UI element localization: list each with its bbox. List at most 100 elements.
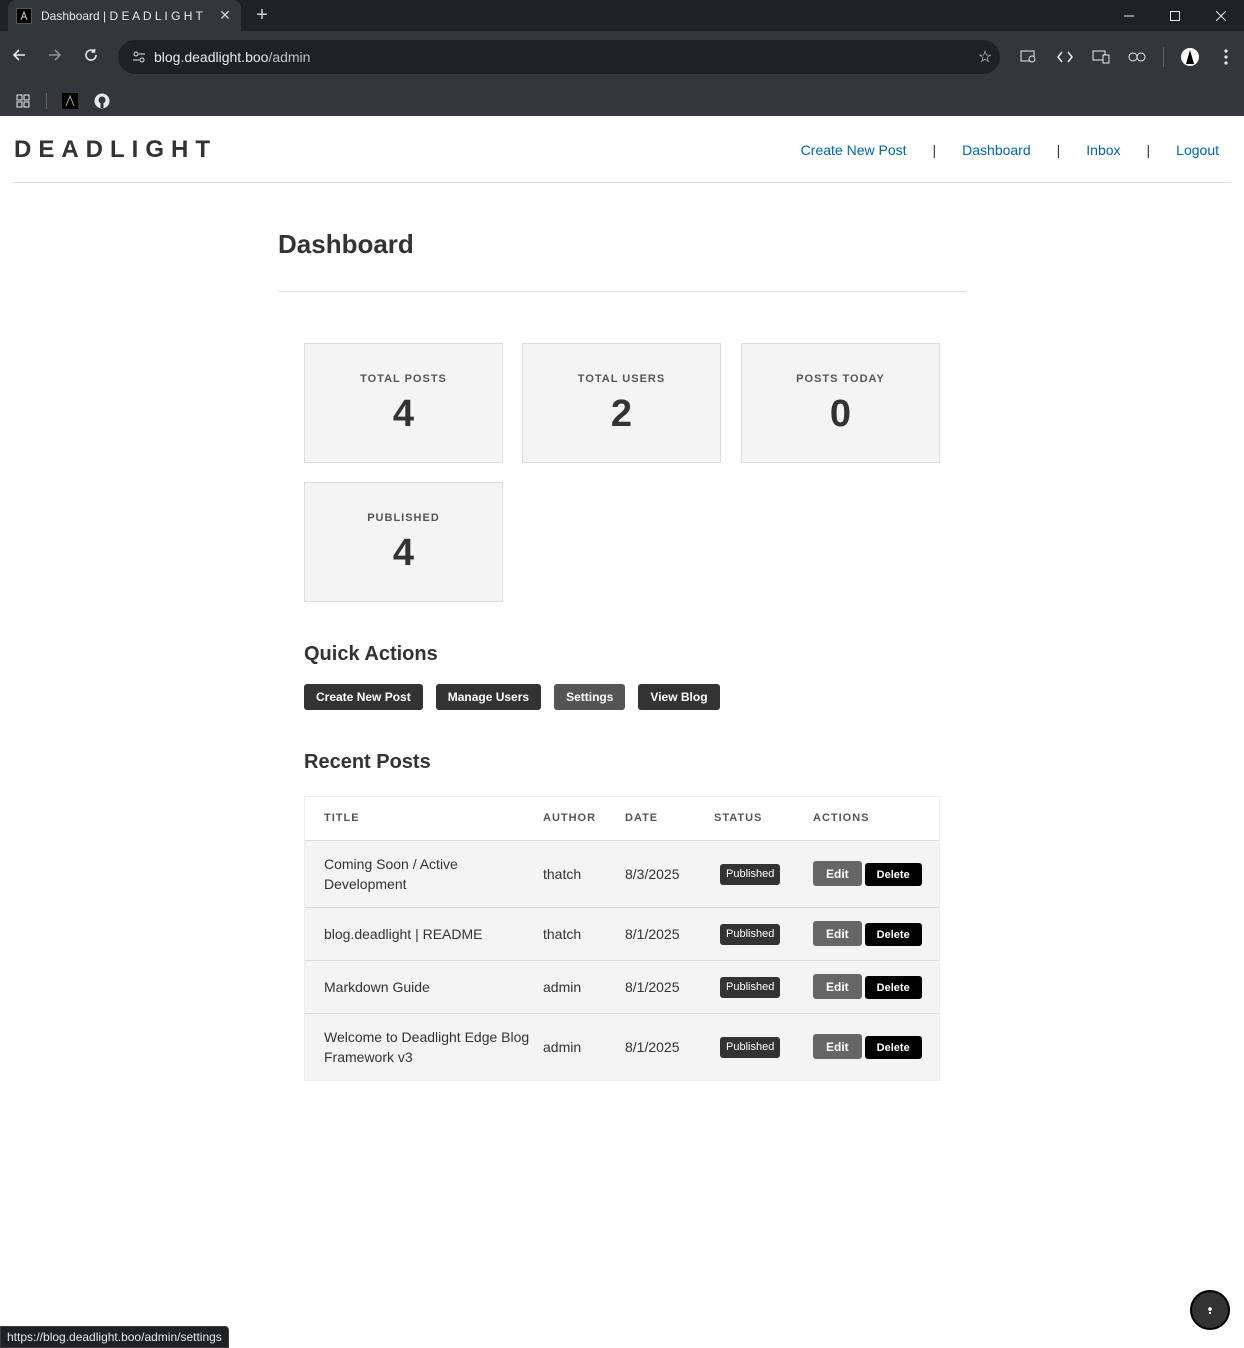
edit-button[interactable]: Edit bbox=[813, 1034, 862, 1060]
create-new-post-button[interactable]: Create New Post bbox=[304, 684, 423, 710]
page-search-icon[interactable] bbox=[1011, 50, 1047, 64]
table-row: Welcome to Deadlight Edge Blog Framework… bbox=[305, 1013, 939, 1080]
bookmarks-bar bbox=[0, 85, 1244, 116]
column-header-date: DATE bbox=[625, 797, 714, 841]
link-icon[interactable] bbox=[1119, 52, 1155, 62]
site-logo[interactable]: DEADLIGHT bbox=[14, 136, 217, 164]
nav-create-new-post[interactable]: Create New Post bbox=[801, 142, 907, 158]
more-menu-icon[interactable] bbox=[1208, 49, 1244, 65]
status-badge: Published bbox=[720, 977, 781, 998]
main-nav: Create New Post | Dashboard | Inbox | Lo… bbox=[801, 142, 1219, 158]
edit-button[interactable]: Edit bbox=[813, 861, 862, 886]
settings-button[interactable]: Settings bbox=[554, 684, 626, 710]
recent-posts-table: TITLE AUTHOR DATE STATUS ACTIONS Coming … bbox=[304, 796, 940, 1081]
reload-icon[interactable] bbox=[80, 48, 102, 67]
nav-logout[interactable]: Logout bbox=[1176, 142, 1219, 158]
profile-avatar-icon[interactable] bbox=[1172, 47, 1208, 67]
status-badge: Published bbox=[720, 864, 781, 885]
nav-separator: | bbox=[932, 142, 937, 158]
stat-label: TOTAL POSTS bbox=[360, 373, 447, 385]
post-author: thatch bbox=[543, 907, 625, 961]
browser-toolbar: blog.deadlight.boo/admin ☆ bbox=[0, 31, 1244, 85]
stat-value: 4 bbox=[392, 532, 415, 574]
stat-value: 0 bbox=[829, 393, 852, 435]
nav-inbox[interactable]: Inbox bbox=[1086, 142, 1120, 158]
table-row: Markdown Guide admin 8/1/2025 Published … bbox=[305, 960, 939, 1014]
back-icon[interactable] bbox=[8, 48, 30, 67]
browser-tab[interactable]: Dashboard | D E A D L I G H T ✕ bbox=[8, 0, 241, 31]
column-header-author: AUTHOR bbox=[543, 797, 625, 841]
delete-button[interactable]: Delete bbox=[864, 863, 922, 886]
page: DEADLIGHT Create New Post | Dashboard | … bbox=[0, 116, 1244, 1348]
url-path: /admin bbox=[268, 49, 311, 65]
site-favicon-icon bbox=[16, 7, 32, 24]
minimize-icon[interactable] bbox=[1106, 0, 1152, 31]
bookmark-star-icon[interactable]: ☆ bbox=[970, 47, 1000, 67]
toolbar-divider bbox=[1163, 47, 1164, 67]
post-date: 8/1/2025 bbox=[625, 1038, 680, 1055]
forward-icon[interactable] bbox=[44, 48, 66, 67]
lamp-icon bbox=[1208, 1307, 1212, 1314]
maximize-icon[interactable] bbox=[1152, 0, 1198, 31]
site-info-icon[interactable] bbox=[126, 44, 152, 70]
stat-card-published: PUBLISHED 4 bbox=[304, 482, 503, 602]
deadlight-bookmark-icon[interactable] bbox=[61, 92, 79, 110]
post-title: Coming Soon / Active Development bbox=[305, 840, 543, 908]
stat-value: 4 bbox=[392, 393, 415, 435]
post-date: 8/1/2025 bbox=[625, 907, 714, 961]
post-date: 8/3/2025 bbox=[625, 840, 714, 908]
browser-chrome: Dashboard | D E A D L I G H T ✕ + blog.d… bbox=[0, 0, 1244, 116]
bookmarks-divider bbox=[46, 92, 47, 109]
status-cell: Published bbox=[714, 1013, 813, 1080]
actions-cell: Edit Delete bbox=[813, 1013, 939, 1080]
status-badge: Published bbox=[720, 1037, 781, 1059]
tab-title: Dashboard | D E A D L I G H T bbox=[41, 8, 203, 23]
address-bar[interactable]: blog.deadlight.boo/admin ☆ bbox=[118, 40, 1000, 74]
table-row: Coming Soon / Active Development thatch … bbox=[305, 840, 939, 908]
stat-label: TOTAL USERS bbox=[577, 373, 666, 385]
status-cell: Published bbox=[714, 907, 813, 961]
edit-button[interactable]: Edit bbox=[813, 921, 862, 946]
url-host: blog.deadlight.boo bbox=[154, 49, 269, 65]
status-cell: Published bbox=[714, 960, 813, 1014]
table-row: blog.deadlight | README thatch 8/1/2025 … bbox=[305, 907, 939, 961]
actions-cell: Edit Delete bbox=[813, 907, 939, 961]
site-header: DEADLIGHT Create New Post | Dashboard | … bbox=[13, 116, 1231, 183]
floating-action-button[interactable] bbox=[1190, 1290, 1230, 1330]
actions-cell: Edit Delete bbox=[813, 840, 939, 908]
devices-icon[interactable] bbox=[1083, 50, 1119, 64]
status-bar-url: https://blog.deadlight.boo/admin/setting… bbox=[0, 1326, 229, 1348]
stat-label: PUBLISHED bbox=[367, 512, 440, 524]
post-title: blog.deadlight | README bbox=[305, 907, 543, 961]
new-tab-button[interactable]: + bbox=[252, 4, 272, 27]
delete-button[interactable]: Delete bbox=[864, 923, 922, 946]
url-text: blog.deadlight.boo/admin bbox=[154, 49, 970, 65]
tab-strip: Dashboard | D E A D L I G H T ✕ + bbox=[0, 0, 1244, 31]
table-header-row: TITLE AUTHOR DATE STATUS ACTIONS bbox=[305, 797, 939, 841]
recent-posts-title: Recent Posts bbox=[304, 751, 431, 773]
post-title: Markdown Guide bbox=[305, 960, 543, 1014]
edit-button[interactable]: Edit bbox=[813, 974, 862, 999]
post-author: thatch bbox=[543, 840, 625, 908]
post-title: Welcome to Deadlight Edge Blog Framework… bbox=[324, 1028, 530, 1065]
stat-card-total-posts: TOTAL POSTS 4 bbox=[304, 343, 503, 463]
stat-card-posts-today: POSTS TODAY 0 bbox=[741, 343, 940, 463]
code-icon[interactable] bbox=[1047, 51, 1083, 63]
github-bookmark-icon[interactable] bbox=[93, 92, 111, 110]
window-controls bbox=[1106, 0, 1244, 31]
nav-dashboard[interactable]: Dashboard bbox=[962, 142, 1031, 158]
actions-cell: Edit Delete bbox=[813, 960, 939, 1014]
toolbar-icons bbox=[1011, 40, 1244, 74]
nav-separator: | bbox=[1146, 142, 1151, 158]
manage-users-button[interactable]: Manage Users bbox=[435, 684, 542, 710]
delete-button[interactable]: Delete bbox=[864, 1036, 922, 1060]
close-window-icon[interactable] bbox=[1198, 0, 1244, 31]
column-header-actions: ACTIONS bbox=[813, 797, 939, 841]
close-tab-icon[interactable]: ✕ bbox=[217, 7, 233, 24]
apps-grid-icon[interactable] bbox=[14, 92, 32, 110]
view-blog-button[interactable]: View Blog bbox=[638, 684, 720, 710]
stat-label: POSTS TODAY bbox=[796, 373, 885, 385]
nav-separator: | bbox=[1056, 142, 1061, 158]
post-author: admin bbox=[543, 960, 625, 1014]
delete-button[interactable]: Delete bbox=[864, 976, 922, 999]
